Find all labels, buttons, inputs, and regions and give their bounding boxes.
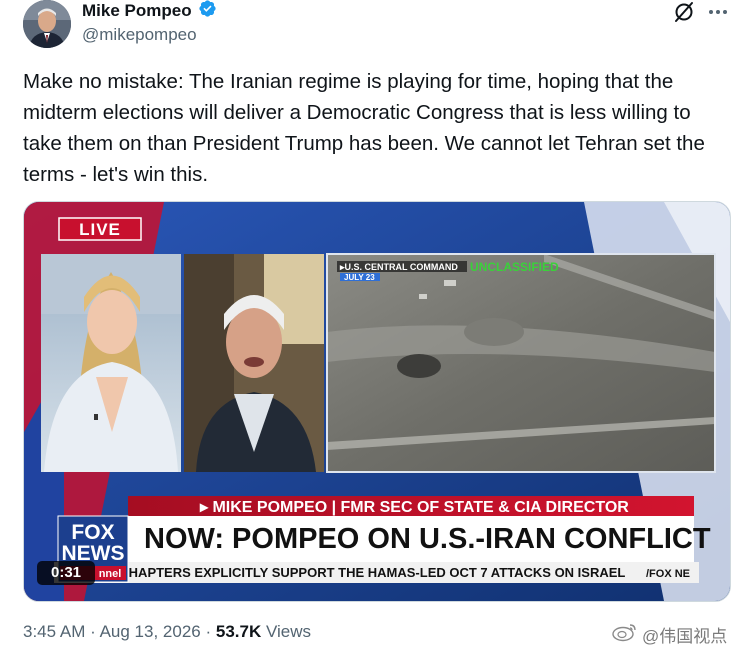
video-frame: LIVE ▸U.S. CENTRAL COMMAND JULY 23 UNCLA… (24, 202, 730, 601)
svg-text:nnel: nnel (99, 568, 122, 580)
more-options-icon[interactable] (706, 2, 730, 22)
tweet-time[interactable]: 3:45 AM (23, 622, 85, 641)
author-handle[interactable]: @mikepompeo (82, 25, 197, 45)
meta-separator: · (205, 622, 212, 641)
watermark-text: @伟国视点 (642, 627, 728, 646)
weibo-logo-icon (612, 622, 638, 647)
svg-text:NOW: POMPEO ON U.S.-IRAN CONFL: NOW: POMPEO ON U.S.-IRAN CONFLICT (144, 523, 711, 555)
svg-text:▸U.S. CENTRAL COMMAND: ▸U.S. CENTRAL COMMAND (339, 262, 458, 272)
views-label: Views (265, 622, 312, 641)
tweet-text: Make no mistake: The Iranian regime is p… (23, 70, 705, 186)
weibo-watermark: @伟国视点 (612, 622, 727, 647)
grok-icon[interactable] (672, 0, 696, 24)
views-count: 53.7K (215, 622, 262, 641)
author-avatar[interactable] (23, 0, 71, 48)
guest-panel (184, 254, 324, 472)
avatar-image (23, 0, 71, 48)
author-name[interactable]: Mike Pompeo (82, 1, 192, 21)
satellite-panel: ▸U.S. CENTRAL COMMAND JULY 23 UNCLASSIFI… (326, 253, 716, 473)
host-panel (41, 254, 181, 472)
tweet-date[interactable]: Aug 13, 2026 (100, 622, 201, 641)
author-name-row: Mike Pompeo (82, 0, 217, 22)
lower-third: ▸ MIKE POMPEO | FMR SEC OF STATE & CIA D… (54, 496, 711, 583)
svg-text:AL DSA CHAPTERS EXPLICITLY SUP: AL DSA CHAPTERS EXPLICITLY SUPPORT THE H… (68, 565, 625, 580)
svg-text:FOX: FOX (71, 521, 114, 544)
svg-text:▸ MIKE POMPEO | FMR SEC OF STA: ▸ MIKE POMPEO | FMR SEC OF STATE & CIA D… (199, 499, 629, 516)
tweet-meta: 3:45 AM · Aug 13, 2026 · 53.7K Views (23, 622, 311, 642)
live-badge: LIVE (58, 217, 142, 241)
svg-text:JULY 23: JULY 23 (344, 273, 375, 282)
verified-badge-icon (198, 0, 217, 23)
svg-text:LIVE: LIVE (79, 220, 121, 239)
video-player[interactable]: LIVE ▸U.S. CENTRAL COMMAND JULY 23 UNCLA… (23, 201, 731, 602)
meta-separator: · (90, 622, 96, 641)
video-duration-badge: 0:31 (37, 561, 95, 585)
svg-text:/FOX NE: /FOX NE (646, 568, 690, 580)
svg-text:UNCLASSIFIED: UNCLASSIFIED (470, 260, 559, 274)
